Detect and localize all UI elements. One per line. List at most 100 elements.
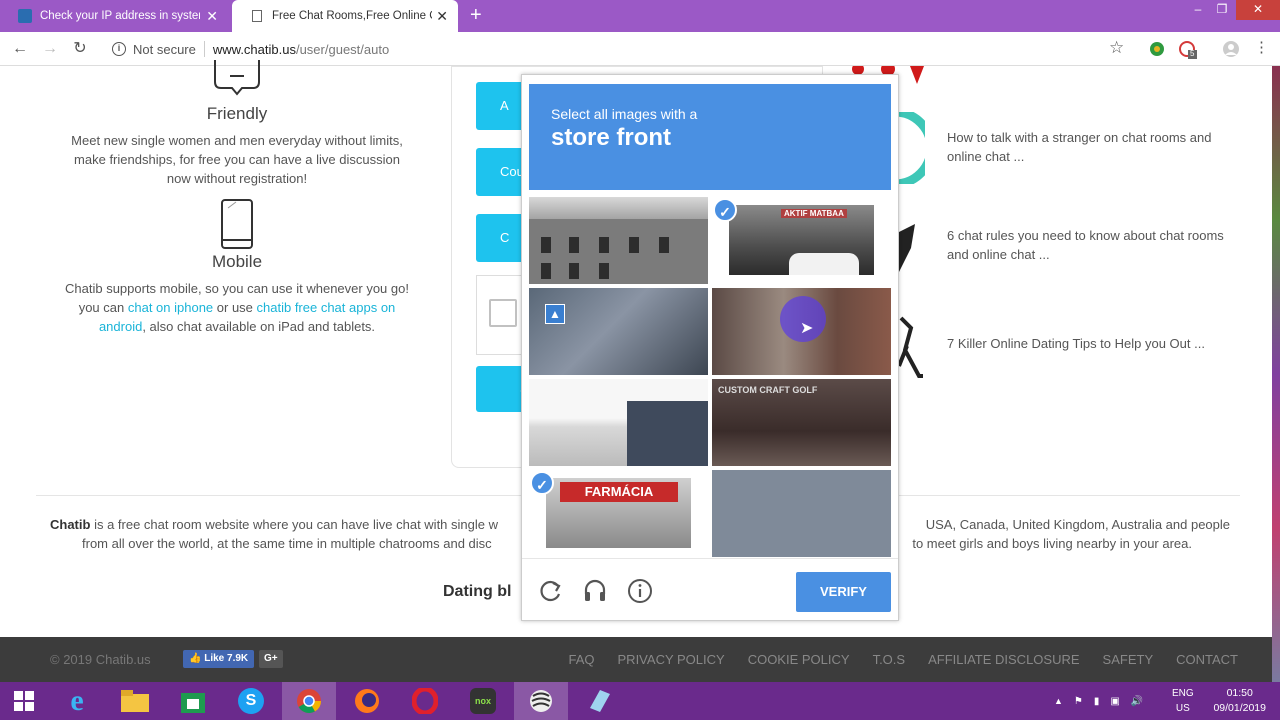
friendly-feature: Friendly Meet new single women and men e… xyxy=(70,60,404,188)
shop-sign: AKTIF MATBAA xyxy=(781,209,847,218)
footer-link-tos[interactable]: T.O.S xyxy=(873,652,906,667)
new-tab-button[interactable]: + xyxy=(470,4,482,27)
close-tab-icon[interactable]: ✕ xyxy=(436,8,448,25)
start-button[interactable] xyxy=(0,682,48,720)
clock[interactable]: 01:50 09/01/2019 xyxy=(1213,686,1266,716)
notepad-icon[interactable] xyxy=(572,682,626,720)
google-plus-button[interactable]: G+ xyxy=(259,650,283,668)
extension-badge: 5 xyxy=(1190,49,1195,58)
nox-player-icon[interactable]: nox xyxy=(456,682,510,720)
captcha-tile[interactable]: CUSTOM CRAFT GOLF xyxy=(712,379,891,466)
article-link[interactable]: 7 Killer Online Dating Tips to Help you … xyxy=(947,334,1227,353)
captcha-instruction-text: Select all images with a xyxy=(551,106,698,122)
captcha-tile[interactable] xyxy=(529,197,708,284)
footer-link-contact[interactable]: CONTACT xyxy=(1176,652,1238,667)
captcha-tile[interactable]: ➤ xyxy=(712,288,891,375)
selected-check-icon: ✓ xyxy=(713,198,737,222)
checkbox[interactable] xyxy=(489,299,517,327)
internet-explorer-icon[interactable]: e xyxy=(50,682,104,720)
extension-icon[interactable] xyxy=(1148,40,1166,58)
url-path: /user/guest/auto xyxy=(295,41,390,57)
description-left-1: is a free chat room website where you ca… xyxy=(90,517,498,532)
mobile-text-2: or use xyxy=(213,300,257,315)
restore-button[interactable]: ❐ xyxy=(1212,0,1232,20)
figure-illustration xyxy=(897,222,921,274)
article-link[interactable]: 6 chat rules you need to know about chat… xyxy=(947,226,1227,264)
tab-ip-check[interactable]: Check your IP address in system ✕ xyxy=(0,0,228,32)
chat-bubble-icon xyxy=(70,60,404,104)
skype-icon[interactable]: S xyxy=(224,682,278,720)
forward-button[interactable]: → xyxy=(40,39,60,59)
background-window-edge xyxy=(1272,66,1280,682)
network-icon[interactable]: ▣ xyxy=(1110,696,1119,707)
tab-title: Check your IP address in system xyxy=(40,10,200,22)
ring-illustration xyxy=(894,107,936,189)
menu-kebab-icon[interactable]: ⋮ xyxy=(1254,38,1272,56)
close-window-button[interactable]: ✕ xyxy=(1236,0,1280,20)
friendly-text: Meet new single women and men everyday w… xyxy=(71,133,403,186)
info-icon[interactable]: i xyxy=(112,42,126,56)
security-label: Not secure xyxy=(133,41,196,57)
battery-icon[interactable]: ▮ xyxy=(1094,696,1100,707)
info-icon[interactable] xyxy=(627,578,653,604)
mobile-text: Chatib supports mobile, so you can use i… xyxy=(60,279,414,336)
captcha-tile-selected[interactable]: AKTIF MATBAA xyxy=(712,197,891,284)
language-indicator[interactable]: ENG US xyxy=(1172,686,1194,716)
brand-name: Chatib xyxy=(50,517,91,532)
captcha-tile[interactable] xyxy=(529,379,708,466)
footer-link-faq[interactable]: FAQ xyxy=(569,652,595,667)
action-center-flag-icon[interactable]: ⚑ xyxy=(1074,696,1083,707)
thumbs-up-icon: 👍 xyxy=(189,653,202,664)
selected-check-icon: ✓ xyxy=(530,471,554,495)
volume-icon[interactable]: 🔊 xyxy=(1131,696,1143,707)
footer-link-affiliate[interactable]: AFFILIATE DISCLOSURE xyxy=(928,652,1079,667)
mobile-feature: Mobile Chatib supports mobile, so you ca… xyxy=(60,198,414,336)
article-link[interactable]: How to talk with a stranger on chat room… xyxy=(947,128,1227,166)
tab-chatib[interactable]: Free Chat Rooms,Free Online Chat ✕ xyxy=(232,0,458,32)
file-explorer-icon[interactable] xyxy=(108,682,162,720)
captcha-instructions: Select all images with a store front xyxy=(529,84,891,190)
clock-date: 09/01/2019 xyxy=(1213,702,1266,714)
firefox-icon[interactable] xyxy=(340,682,394,720)
captcha-tile[interactable]: ▲ xyxy=(529,288,708,375)
bookmark-star-icon[interactable]: ☆ xyxy=(1109,38,1127,57)
recaptcha-challenge: Select all images with a store front AKT… xyxy=(521,74,899,621)
description-right-2: to meet girls and boys living nearby in … xyxy=(912,536,1192,551)
tab-title: Free Chat Rooms,Free Online Chat xyxy=(272,10,432,22)
facebook-like-label: Like 7.9K xyxy=(204,653,249,664)
friendly-title: Friendly xyxy=(206,104,268,123)
runner-illustration xyxy=(897,316,927,382)
footer-link-safety[interactable]: SAFETY xyxy=(1103,652,1154,667)
language-code: ENG xyxy=(1172,688,1194,699)
footer-link-cookie[interactable]: COOKIE POLICY xyxy=(748,652,850,667)
clock-time: 01:50 xyxy=(1226,687,1253,699)
facebook-like-button[interactable]: 👍 Like 7.9K xyxy=(183,650,255,668)
shop-sign: CUSTOM CRAFT GOLF xyxy=(718,385,818,395)
store-icon[interactable] xyxy=(166,682,220,720)
tray-overflow-icon[interactable]: ▲ xyxy=(1054,696,1063,706)
omnibox-separator xyxy=(203,41,205,57)
address-bar[interactable]: i Not secure www.chatib.us /user/guest/a… xyxy=(104,37,1134,61)
mobile-text-3: , also chat available on iPad and tablet… xyxy=(142,319,376,334)
verify-button[interactable]: VERIFY xyxy=(796,572,891,612)
reload-icon[interactable] xyxy=(538,578,564,604)
captcha-tile-selected[interactable]: FARMÁCIA xyxy=(529,470,708,557)
chrome-icon[interactable] xyxy=(282,682,336,720)
profile-avatar-icon[interactable] xyxy=(1222,40,1240,58)
app-icon[interactable] xyxy=(514,682,568,720)
back-button[interactable]: ← xyxy=(10,39,30,59)
minimize-button[interactable]: ‒ xyxy=(1188,0,1208,20)
dating-blog-heading: Dating bl xyxy=(443,583,512,600)
iphone-chat-link[interactable]: chat on iphone xyxy=(128,300,213,315)
captcha-tile[interactable] xyxy=(712,470,891,557)
adblock-extension-icon[interactable]: 5 xyxy=(1178,40,1197,59)
globe-favicon-icon xyxy=(18,9,32,23)
opera-icon[interactable] xyxy=(398,682,452,720)
system-tray: ▲ ⚑ ▮ ▣ 🔊 xyxy=(1054,682,1143,720)
captcha-footer-divider xyxy=(522,558,898,559)
footer-link-privacy[interactable]: PRIVACY POLICY xyxy=(618,652,725,667)
close-tab-icon[interactable]: ✕ xyxy=(206,8,218,25)
audio-icon[interactable] xyxy=(582,578,608,604)
mobile-title: Mobile xyxy=(211,252,263,271)
reload-button[interactable]: ↻ xyxy=(70,39,90,59)
